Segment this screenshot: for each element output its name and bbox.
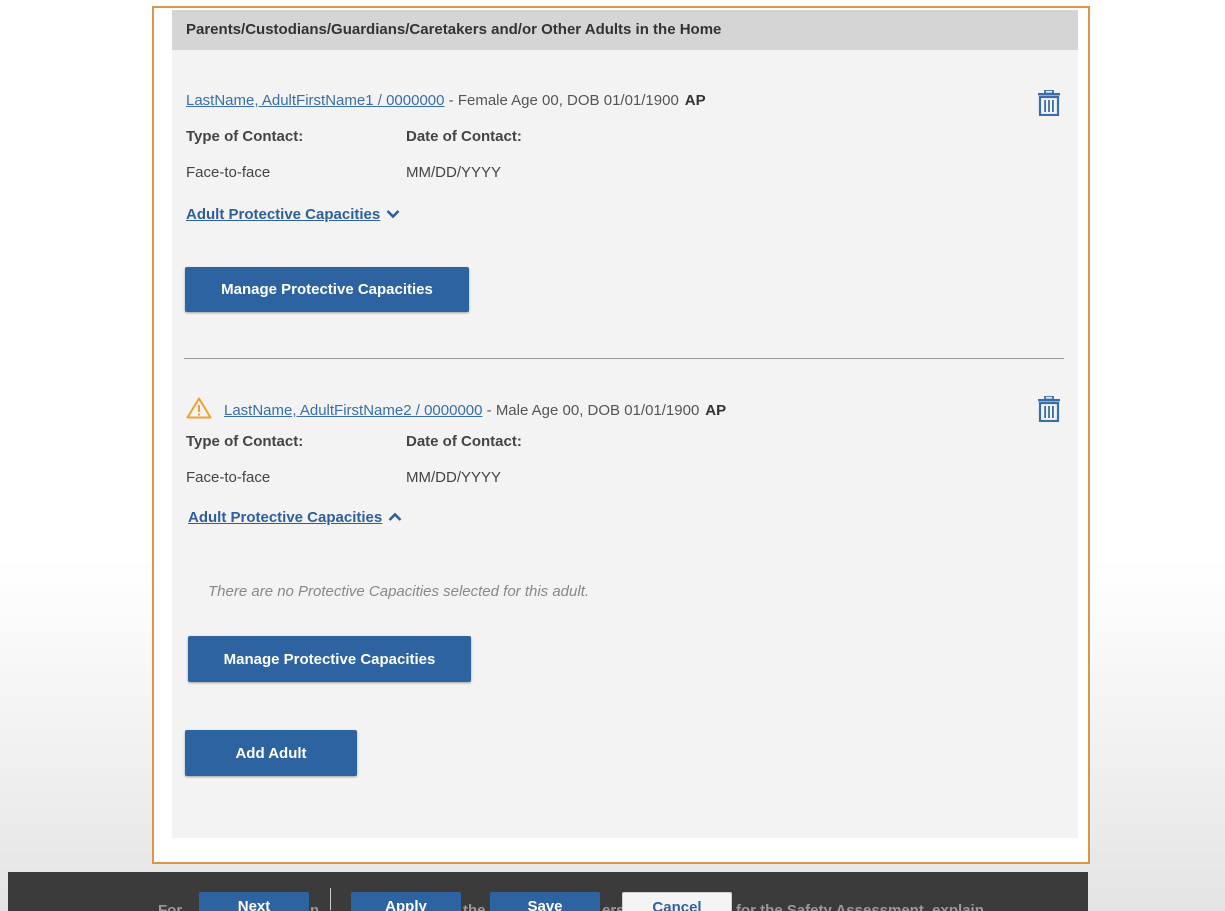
adult-1-type-of-contact-value: Face-to-face (186, 164, 271, 181)
adult-2-role: AP (705, 402, 727, 419)
section-title: Parents/Custodians/Guardians/Caretakers … (172, 10, 1078, 50)
text-cursor (330, 888, 331, 910)
footer-background-text: the (463, 902, 486, 911)
save-button[interactable]: Save (490, 892, 600, 911)
adult-1-capacities-toggle-label: Adult Protective Capacities (186, 206, 381, 223)
footer-action-bar: For n the ers for the Safety Assessment,… (8, 872, 1088, 911)
adults-section-frame: Parents/Custodians/Guardians/Caretakers … (152, 6, 1090, 864)
adult-1-role: AP (684, 92, 706, 109)
adult-1-type-of-contact-label: Type of Contact: (186, 128, 304, 145)
trash-icon[interactable] (1037, 396, 1061, 422)
adult-divider (184, 358, 1064, 359)
adult-1-date-of-contact-value: MM/DD/YYYY (406, 164, 502, 181)
footer-background-text: n (310, 902, 320, 911)
adult-2-type-of-contact-label: Type of Contact: (186, 433, 304, 450)
apply-button[interactable]: Apply (351, 892, 461, 911)
adult-1-date-of-contact-label: Date of Contact: (406, 128, 522, 145)
adult-2-capacities-toggle[interactable]: Adult Protective Capacities (188, 509, 402, 526)
adult-1-capacities-toggle[interactable]: Adult Protective Capacities (186, 206, 400, 223)
adult-2-type-of-contact-value: Face-to-face (186, 469, 271, 486)
cancel-button[interactable]: Cancel (622, 892, 732, 911)
chevron-up-icon (388, 512, 402, 521)
adult-2-link[interactable]: LastName, AdultFirstName2 / 0000000 (224, 402, 482, 419)
adult-1-summary: LastName, AdultFirstName1 / 0000000 - Fe… (186, 92, 706, 109)
adult-2-capacities-toggle-label: Adult Protective Capacities (188, 509, 383, 526)
adult-1-link[interactable]: LastName, AdultFirstName1 / 0000000 (186, 92, 444, 109)
add-adult-button[interactable]: Add Adult (185, 730, 357, 776)
chevron-down-icon (386, 210, 400, 219)
adult-2-summary: LastName, AdultFirstName2 / 0000000 - Ma… (186, 397, 726, 419)
next-button[interactable]: Next (199, 892, 309, 911)
trash-icon[interactable] (1037, 90, 1061, 116)
adult-1-manage-capacities-button[interactable]: Manage Protective Capacities (185, 267, 469, 312)
footer-background-text: For (158, 902, 183, 911)
no-capacities-message: There are no Protective Capacities selec… (208, 583, 590, 600)
footer-background-text: for the Safety Assessment, explain (736, 902, 984, 911)
adult-2-details: - Male Age 00, DOB 01/01/1900 (482, 402, 700, 419)
adults-panel: Parents/Custodians/Guardians/Caretakers … (172, 10, 1078, 838)
adult-2-manage-capacities-button[interactable]: Manage Protective Capacities (188, 636, 471, 682)
warning-triangle-icon (186, 397, 212, 419)
page: Parents/Custodians/Guardians/Caretakers … (0, 0, 1225, 911)
adult-2-date-of-contact-value: MM/DD/YYYY (406, 469, 502, 486)
adult-1-details: - Female Age 00, DOB 01/01/1900 (444, 92, 679, 109)
adult-2-date-of-contact-label: Date of Contact: (406, 433, 522, 450)
